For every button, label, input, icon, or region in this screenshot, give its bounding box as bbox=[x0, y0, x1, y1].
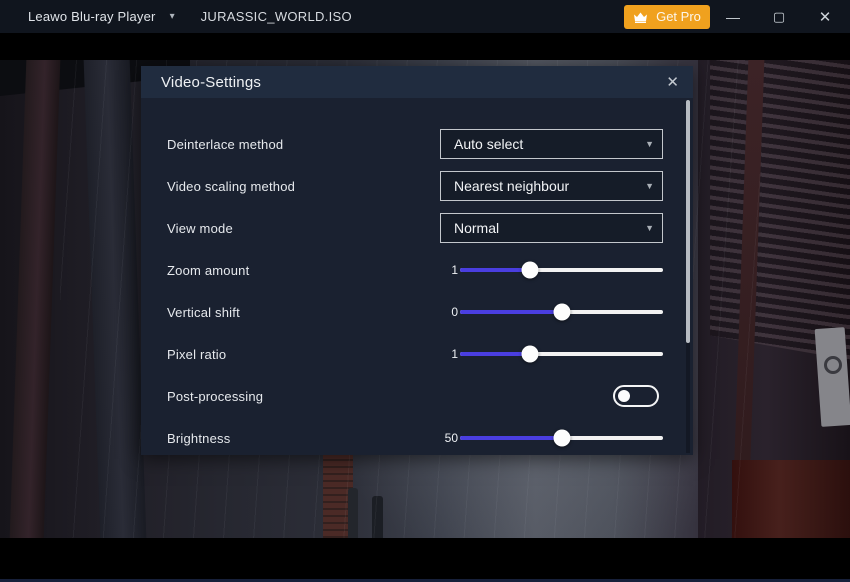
setting-label: Vertical shift bbox=[167, 305, 240, 320]
backdrop-sign-symbol bbox=[824, 356, 842, 374]
setting-label: Video scaling method bbox=[167, 179, 295, 194]
setting-label: View mode bbox=[167, 221, 233, 236]
slider-knob[interactable] bbox=[522, 346, 539, 363]
slider-value: 0 bbox=[426, 305, 458, 319]
dialog-close-icon[interactable]: ✕ bbox=[666, 73, 679, 91]
dialog-title: Video-Settings bbox=[161, 74, 261, 91]
setting-row-zoom-amount: Zoom amount 1 bbox=[141, 249, 693, 291]
setting-row-pixel-ratio: Pixel ratio 1 bbox=[141, 333, 693, 375]
maximize-button[interactable]: ▢ bbox=[756, 0, 802, 33]
crown-icon bbox=[633, 11, 648, 23]
pixel-ratio-slider[interactable] bbox=[460, 352, 663, 356]
setting-row-video-scaling-method: Video scaling method Nearest neighbour ▼ bbox=[141, 165, 693, 207]
dropdown-value: Auto select bbox=[454, 136, 523, 152]
setting-label: Deinterlace method bbox=[167, 137, 283, 152]
app-menu-label[interactable]: Leawo Blu-ray Player bbox=[28, 9, 156, 24]
backdrop-left-pole bbox=[10, 60, 61, 538]
setting-label: Pixel ratio bbox=[167, 347, 226, 362]
setting-row-view-mode: View mode Normal ▼ bbox=[141, 207, 693, 249]
chevron-down-icon: ▼ bbox=[645, 139, 654, 149]
dialog-header: Video-Settings ✕ bbox=[141, 66, 693, 98]
get-pro-button[interactable]: Get Pro bbox=[624, 5, 710, 29]
zoom-amount-slider[interactable] bbox=[460, 268, 663, 272]
chevron-down-icon: ▼ bbox=[645, 181, 654, 191]
window-close-button[interactable]: ✕ bbox=[802, 0, 848, 33]
video-scaling-method-dropdown[interactable]: Nearest neighbour ▼ bbox=[440, 171, 663, 201]
slider-knob[interactable] bbox=[553, 430, 570, 447]
vertical-shift-slider[interactable] bbox=[460, 310, 663, 314]
video-settings-dialog: Video-Settings ✕ Deinterlace method Auto… bbox=[141, 66, 693, 455]
setting-label: Post-processing bbox=[167, 389, 263, 404]
brightness-slider[interactable] bbox=[460, 436, 663, 440]
dialog-body: Deinterlace method Auto select ▼ Video s… bbox=[141, 98, 693, 455]
setting-row-deinterlace-method: Deinterlace method Auto select ▼ bbox=[141, 123, 693, 165]
slider-fill bbox=[460, 436, 562, 440]
toggle-knob bbox=[618, 390, 630, 402]
slider-fill bbox=[460, 268, 530, 272]
loaded-file-name: JURASSIC_WORLD.ISO bbox=[201, 9, 352, 24]
setting-label: Brightness bbox=[167, 431, 230, 446]
chevron-down-icon: ▼ bbox=[645, 223, 654, 233]
slider-knob[interactable] bbox=[553, 304, 570, 321]
titlebar: Leawo Blu-ray Player ▾ JURASSIC_WORLD.IS… bbox=[0, 0, 850, 33]
setting-row-post-processing: Post-processing bbox=[141, 375, 693, 417]
slider-value: 50 bbox=[426, 431, 458, 445]
post-processing-toggle[interactable] bbox=[613, 385, 659, 407]
slider-knob[interactable] bbox=[522, 262, 539, 279]
dialog-scrollbar-track[interactable] bbox=[686, 100, 690, 453]
slider-fill bbox=[460, 352, 530, 356]
view-mode-dropdown[interactable]: Normal ▼ bbox=[440, 213, 663, 243]
deinterlace-method-dropdown[interactable]: Auto select ▼ bbox=[440, 129, 663, 159]
dropdown-value: Nearest neighbour bbox=[454, 178, 569, 194]
slider-value: 1 bbox=[426, 263, 458, 277]
setting-row-brightness: Brightness 50 bbox=[141, 417, 693, 455]
dialog-scrollbar-thumb[interactable] bbox=[686, 100, 690, 343]
slider-value: 1 bbox=[426, 347, 458, 361]
get-pro-label: Get Pro bbox=[656, 9, 701, 24]
app-menu-caret-icon[interactable]: ▾ bbox=[170, 11, 175, 22]
backdrop-street-sign bbox=[815, 327, 850, 427]
titlebar-controls: Get Pro — ▢ ✕ bbox=[624, 0, 850, 33]
dropdown-value: Normal bbox=[454, 220, 499, 236]
slider-fill bbox=[460, 310, 562, 314]
setting-row-vertical-shift: Vertical shift 0 bbox=[141, 291, 693, 333]
minimize-button[interactable]: — bbox=[710, 0, 756, 33]
setting-label: Zoom amount bbox=[167, 263, 249, 278]
